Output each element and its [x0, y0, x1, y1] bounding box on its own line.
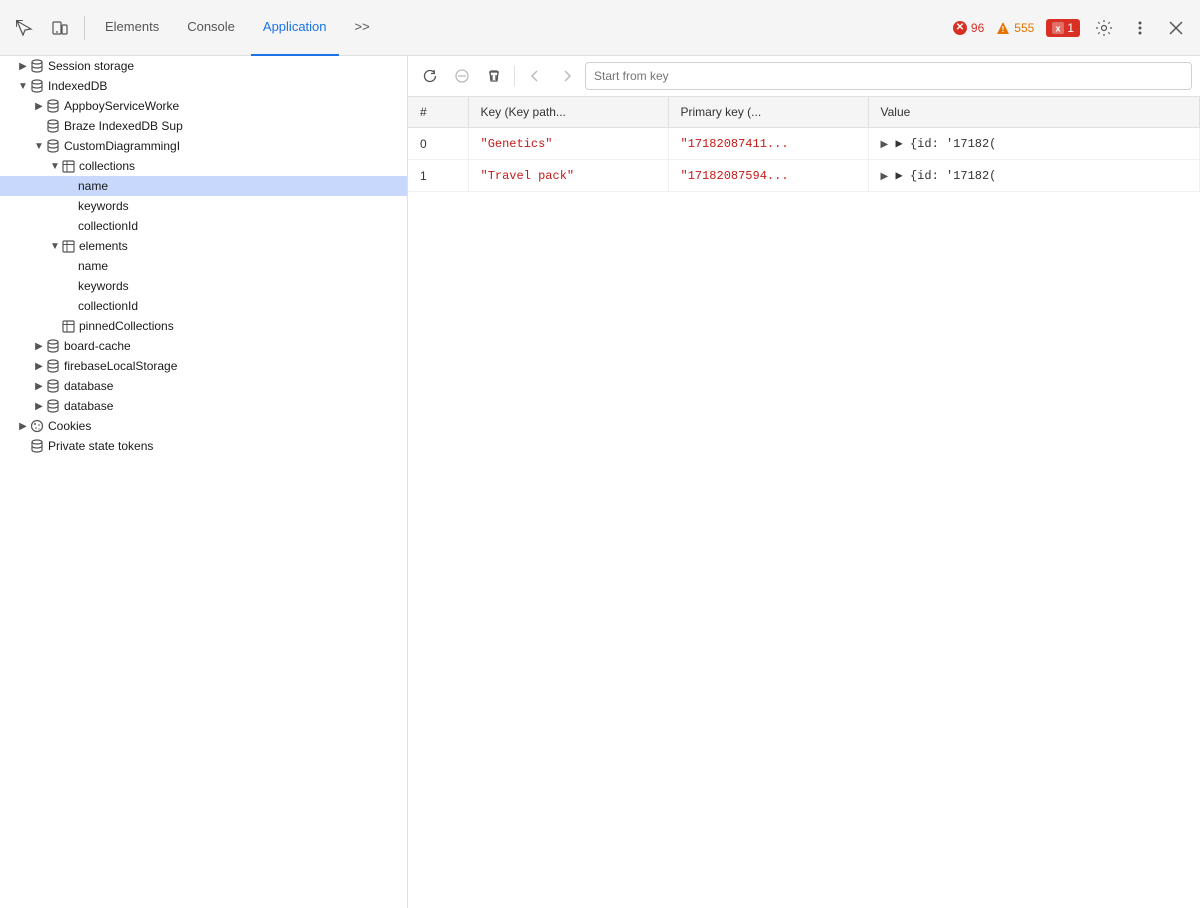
secondary-toolbar: [408, 56, 1200, 97]
delete-button[interactable]: [480, 62, 508, 90]
sidebar-item-cookies[interactable]: ▶ Cookies: [0, 416, 407, 436]
toolbar-divider: [84, 16, 85, 40]
tab-more[interactable]: >>: [343, 0, 382, 56]
sidebar-item-database-1[interactable]: ▶ database: [0, 376, 407, 396]
clear-button[interactable]: [448, 62, 476, 90]
tree-arrow: ▼: [16, 81, 30, 92]
refresh-button[interactable]: [416, 62, 444, 90]
tree-arrow: ▶: [32, 341, 46, 352]
cell-value-1: ▶ ▶ {id: '17182(: [868, 160, 1200, 192]
col-header-key: Key (Key path...: [468, 97, 668, 128]
db-icon: [46, 379, 60, 393]
sidebar-item-elements[interactable]: ▼ elements: [0, 236, 407, 256]
sidebar-item-collections[interactable]: ▼ collections: [0, 156, 407, 176]
table-wrapper: # Key (Key path... Primary key (... Valu…: [408, 97, 1200, 908]
cookie-icon: [30, 419, 44, 433]
tab-application[interactable]: Application: [251, 0, 339, 56]
db-icon: [46, 119, 60, 133]
cell-key-1: "Travel pack": [468, 160, 668, 192]
sidebar-item-session-storage[interactable]: ▶ Session storage: [0, 56, 407, 76]
tab-elements[interactable]: Elements: [93, 0, 171, 56]
left-panel: ▶ Session storage ▼ IndexedDB: [0, 56, 408, 908]
col-header-num: #: [408, 97, 468, 128]
expand-arrow[interactable]: ▶: [881, 171, 889, 182]
tree-arrow: ▶: [32, 101, 46, 112]
table-icon: [62, 320, 75, 333]
start-from-key-input[interactable]: [585, 62, 1192, 90]
cell-key-0: "Genetics": [468, 128, 668, 160]
col-header-primary: Primary key (...: [668, 97, 868, 128]
db-icon: [46, 139, 60, 153]
sidebar-item-elements-collection-id[interactable]: ▶ collectionId: [0, 296, 407, 316]
tree-arrow: ▶: [16, 61, 30, 72]
db-icon: [30, 439, 44, 453]
col-header-value: Value: [868, 97, 1200, 128]
prev-button[interactable]: [521, 62, 549, 90]
right-panel: # Key (Key path... Primary key (... Valu…: [408, 56, 1200, 908]
tab-console[interactable]: Console: [175, 0, 247, 56]
tree-arrow: ▶: [16, 421, 30, 432]
db-icon: [30, 79, 44, 93]
cell-primary-1: "17182087594...: [668, 160, 868, 192]
tree-arrow: ▶: [32, 381, 46, 392]
top-toolbar: Elements Console Application >> ✕ 96 ! 5…: [0, 0, 1200, 56]
expand-arrow[interactable]: ▶: [881, 139, 889, 150]
sidebar-item-indexed-db[interactable]: ▼ IndexedDB: [0, 76, 407, 96]
main-layout: ▶ Session storage ▼ IndexedDB: [0, 56, 1200, 908]
sidebar-item-firebase[interactable]: ▶ firebaseLocalStorage: [0, 356, 407, 376]
device-toolbar-icon[interactable]: [44, 12, 76, 44]
sidebar-item-database-2[interactable]: ▶ database: [0, 396, 407, 416]
info-badge: x 1: [1046, 19, 1080, 37]
tree-arrow: ▼: [48, 161, 62, 172]
table-row[interactable]: 1 "Travel pack" "17182087594... ▶ ▶ {id:…: [408, 160, 1200, 192]
table-icon: [62, 160, 75, 173]
sidebar-item-board-cache[interactable]: ▶ board-cache: [0, 336, 407, 356]
cell-primary-0: "17182087411...: [668, 128, 868, 160]
info-icon: x: [1052, 22, 1064, 34]
sidebar-item-custom-diagramming[interactable]: ▼ CustomDiagrammingI: [0, 136, 407, 156]
svg-text:!: !: [1002, 25, 1005, 34]
db-icon: [46, 339, 60, 353]
tree-arrow: ▶: [32, 401, 46, 412]
tree-arrow: ▼: [32, 141, 46, 152]
settings-icon[interactable]: [1088, 12, 1120, 44]
table-header-row: # Key (Key path... Primary key (... Valu…: [408, 97, 1200, 128]
db-icon: [46, 99, 60, 113]
data-table: # Key (Key path... Primary key (... Valu…: [408, 97, 1200, 192]
sidebar-item-elements-keywords[interactable]: ▶ keywords: [0, 276, 407, 296]
svg-text:x: x: [1056, 23, 1061, 33]
more-options-icon[interactable]: [1124, 12, 1156, 44]
error-badge: ✕ 96: [953, 21, 984, 35]
sidebar-item-private-state-tokens[interactable]: ▶ Private state tokens: [0, 436, 407, 456]
sidebar-item-elements-name[interactable]: ▶ name: [0, 256, 407, 276]
db-icon: [46, 359, 60, 373]
table-row[interactable]: 0 "Genetics" "17182087411... ▶ ▶ {id: '1…: [408, 128, 1200, 160]
db-icon: [46, 399, 60, 413]
close-devtools-button[interactable]: [1160, 12, 1192, 44]
sidebar-item-collection-id[interactable]: ▶ collectionId: [0, 216, 407, 236]
sidebar-item-appboy[interactable]: ▶ AppboyServiceWorke: [0, 96, 407, 116]
cell-num-0: 0: [408, 128, 468, 160]
toolbar-divider: [514, 66, 515, 86]
warning-icon: !: [996, 21, 1010, 35]
table-icon: [62, 240, 75, 253]
sidebar-item-keywords[interactable]: ▶ keywords: [0, 196, 407, 216]
cell-value-0: ▶ ▶ {id: '17182(: [868, 128, 1200, 160]
sidebar-item-name[interactable]: ▶ name: [0, 176, 407, 196]
warning-badge: ! 555: [996, 21, 1034, 35]
cell-num-1: 1: [408, 160, 468, 192]
select-element-icon[interactable]: [8, 12, 40, 44]
sidebar-item-pinned-collections[interactable]: ▶ pinnedCollections: [0, 316, 407, 336]
error-icon: ✕: [953, 21, 967, 35]
tree-arrow: ▼: [48, 241, 62, 252]
sidebar-item-braze[interactable]: ▶ Braze IndexedDB Sup: [0, 116, 407, 136]
next-button[interactable]: [553, 62, 581, 90]
tree-arrow: ▶: [32, 361, 46, 372]
db-icon: [30, 59, 44, 73]
